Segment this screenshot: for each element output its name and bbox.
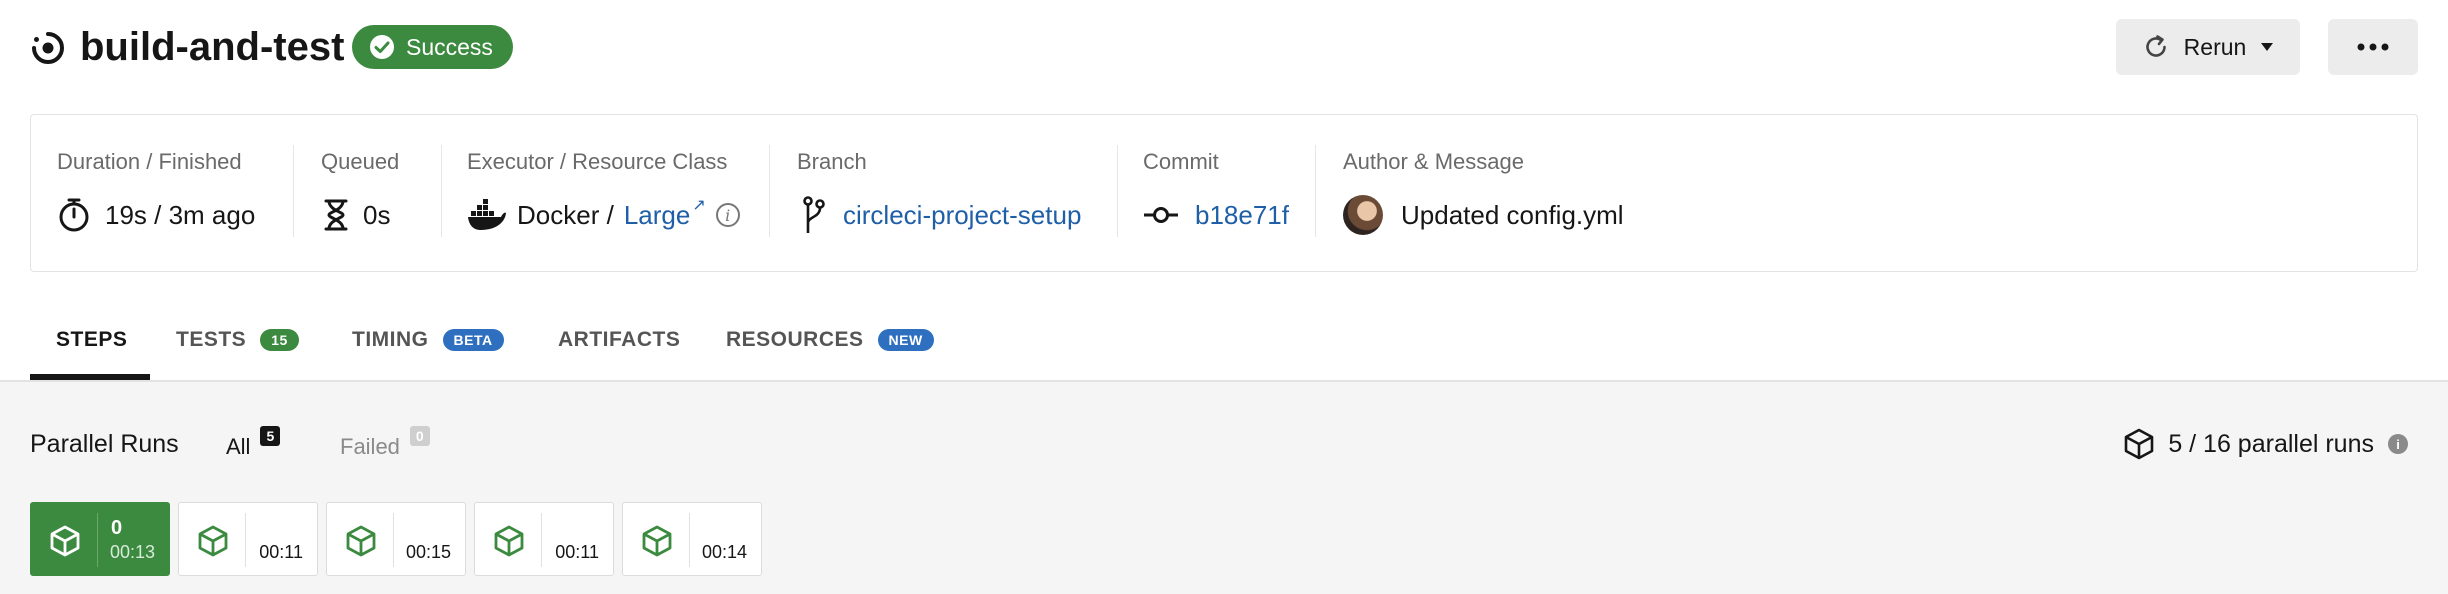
author-avatar[interactable] <box>1343 195 1383 235</box>
filter-failed-label: Failed <box>340 434 400 459</box>
filter-all-label: All <box>226 434 251 459</box>
tab-timing[interactable]: TIMING BETA <box>352 300 504 380</box>
divider <box>441 145 442 237</box>
refresh-icon <box>2145 35 2166 57</box>
filter-all-count: 5 <box>260 426 281 446</box>
job-tabs: STEPS TESTS 15 TIMING BETA ARTIFACTS RES… <box>0 300 2448 382</box>
filter-all[interactable]: All 5 <box>226 426 281 460</box>
tab-steps[interactable]: STEPS <box>56 300 127 380</box>
caret-down-icon <box>2261 43 2274 51</box>
external-link-icon: ↗ <box>692 197 706 214</box>
commit-value-row: b18e71f <box>1143 195 1289 235</box>
parallel-runs-panel: Parallel Runs All 5 Failed 0 5 / 16 para… <box>0 382 2448 594</box>
divider <box>245 513 246 567</box>
active-tab-indicator <box>30 374 150 380</box>
run-duration: 00:14 <box>701 542 747 562</box>
resource-class-link[interactable]: Large <box>624 200 691 231</box>
author-label: Author & Message <box>1343 149 1524 174</box>
branch-label: Branch <box>797 149 867 174</box>
divider <box>769 145 770 237</box>
divider <box>1117 145 1118 237</box>
run-duration: 00:11 <box>555 542 599 562</box>
run-duration: 00:13 <box>109 542 155 562</box>
queued-value: 0s <box>363 199 391 230</box>
author-value-row: Updated config.yml <box>1343 195 1624 235</box>
status-label: Success <box>406 33 493 60</box>
parallel-summary: 5 / 16 parallel runs i <box>2124 428 2408 460</box>
queued-value-row: 0s <box>323 195 390 235</box>
divider <box>1315 145 1316 237</box>
divider <box>393 513 394 567</box>
cube-icon <box>50 525 80 557</box>
divider <box>689 513 690 567</box>
parallel-run-tile[interactable]: 00:11 <box>474 502 614 576</box>
tab-label: TESTS <box>176 328 247 351</box>
hourglass-icon <box>324 199 348 231</box>
duration-value-row: 19s / 3m ago <box>57 195 255 235</box>
divider <box>541 513 542 567</box>
beta-badge: BETA <box>442 329 504 351</box>
docker-icon <box>468 199 506 230</box>
parallel-run-tile[interactable]: 00:11 <box>178 502 318 576</box>
tab-label: ARTIFACTS <box>558 328 681 351</box>
run-duration: 00:15 <box>405 542 451 562</box>
parallel-runs-title: Parallel Runs <box>30 430 179 458</box>
duration-label: Duration / Finished <box>57 149 242 174</box>
divider <box>97 513 98 567</box>
commit-link[interactable]: b18e71f <box>1195 200 1289 231</box>
check-circle-icon <box>370 35 394 59</box>
cube-icon <box>494 525 524 557</box>
commit-message: Updated config.yml <box>1401 199 1624 230</box>
info-icon[interactable]: i <box>715 203 740 227</box>
tab-resources[interactable]: RESOURCES NEW <box>726 300 934 380</box>
run-index: 0 <box>111 517 123 539</box>
executor-value: Docker / <box>517 199 614 230</box>
parallel-run-tile[interactable]: 0 00:13 <box>30 502 170 576</box>
cube-icon <box>198 525 228 557</box>
parallel-run-tile[interactable]: 00:15 <box>326 502 466 576</box>
commit-label: Commit <box>1143 149 1219 174</box>
parallel-run-tile[interactable]: 00:14 <box>622 502 762 576</box>
rerun-button[interactable]: Rerun <box>2116 19 2300 75</box>
executor-value-row: Docker / Large ↗ i <box>467 195 740 235</box>
stopwatch-icon <box>59 198 89 232</box>
job-details-card: Duration / Finished 19s / 3m ago Queued … <box>30 114 2418 272</box>
cube-icon <box>642 525 672 557</box>
cube-icon <box>2125 428 2154 460</box>
more-options-button[interactable] <box>2328 19 2418 75</box>
tab-tests[interactable]: TESTS 15 <box>176 300 299 380</box>
rerun-label: Rerun <box>2183 33 2247 60</box>
git-commit-icon <box>1144 207 1178 223</box>
ellipsis-icon <box>2357 43 2389 51</box>
filter-failed-count: 0 <box>409 426 430 446</box>
tab-label: TIMING <box>352 328 429 351</box>
cube-icon <box>346 525 376 557</box>
filter-failed[interactable]: Failed 0 <box>340 426 430 460</box>
executor-label: Executor / Resource Class <box>467 149 728 174</box>
branch-link[interactable]: circleci-project-setup <box>843 200 1081 231</box>
new-badge: NEW <box>877 329 934 351</box>
branch-value-row: circleci-project-setup <box>801 195 1081 235</box>
tab-artifacts[interactable]: ARTIFACTS <box>558 300 680 380</box>
divider <box>293 145 294 237</box>
git-branch-icon <box>803 196 825 233</box>
run-duration: 00:11 <box>259 542 303 562</box>
parallel-summary-text: 5 / 16 parallel runs <box>2168 429 2374 458</box>
queued-label: Queued <box>321 149 400 174</box>
tests-count-badge: 15 <box>260 329 299 351</box>
duration-value: 19s / 3m ago <box>105 199 256 230</box>
info-icon[interactable]: i <box>2388 434 2408 454</box>
tab-label: RESOURCES <box>726 328 864 351</box>
job-status-icon <box>32 32 64 64</box>
tab-label: STEPS <box>56 328 128 351</box>
status-badge: Success <box>352 25 513 69</box>
job-title: build-and-test <box>80 25 345 69</box>
